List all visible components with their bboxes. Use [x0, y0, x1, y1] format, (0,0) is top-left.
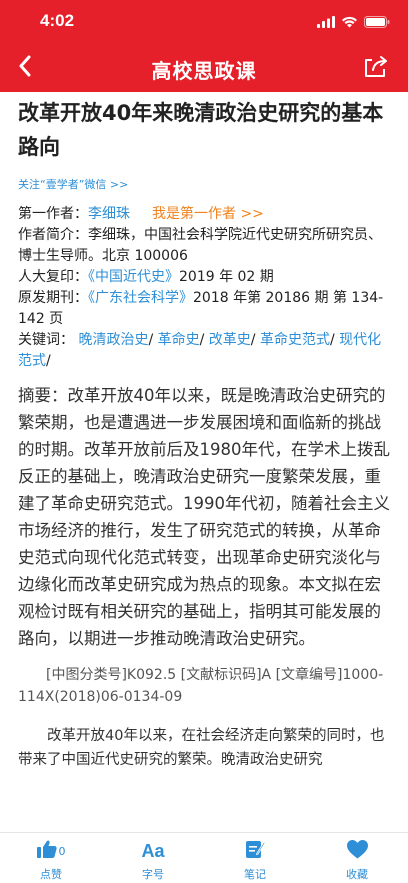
keyword-link[interactable]: 革命史范式 [260, 332, 330, 348]
like-count: 0 [58, 844, 66, 858]
author-label: 第一作者： [18, 206, 88, 222]
keywords-row: 关键词： 晚清政治史/ 革命史/ 改革史/ 革命史范式/ 现代化范式/ [18, 332, 382, 369]
like-tab-label: 点赞 [40, 868, 62, 881]
status-bar: 4:02 [0, 0, 408, 44]
keywords-label: 关键词： [18, 332, 74, 348]
keyword-link[interactable]: 晚清政治史 [78, 332, 148, 348]
note-tab-icon-wrap [245, 839, 266, 863]
note-tab[interactable]: 笔记 [204, 833, 306, 883]
note-icon [245, 839, 266, 863]
classification-text: [中图分类号]K092.5 [文献标识码]A [文章编号]1000-114X(2… [18, 667, 384, 705]
signal-icon [317, 13, 335, 32]
heart-icon [346, 839, 368, 863]
like-tab-icon-wrap: 0 [36, 839, 66, 863]
reprint-journal-link[interactable]: 《中国近代史》 [88, 269, 179, 285]
thumbs-up-icon [36, 840, 57, 862]
page-title: 高校思政课 [151, 59, 257, 83]
origin-label: 原发期刊： [18, 290, 88, 306]
reprint-label: 人大复印： [18, 269, 88, 285]
author-row: 第一作者：李细珠 我是第一作者 >> [18, 204, 390, 225]
abstract-text: 摘要：改革开放40年以来，既是晚清政治史研究的繁荣期，也是遭遇进一步发展困境和面… [18, 386, 390, 648]
origin-journal-link[interactable]: 《广东社会科学》 [88, 290, 193, 306]
font-size-tab-icon-wrap: Aa [141, 839, 164, 863]
share-button[interactable] [360, 52, 392, 84]
favorite-tab-icon-wrap [346, 839, 368, 863]
nav-bar: 高校思政课 [0, 44, 408, 92]
favorite-tab-label: 收藏 [346, 868, 368, 881]
article-content[interactable]: 改革开放40年来晚清政治史研究的基本路向 关注“壹学者”微信 >> 第一作者：李… [0, 92, 408, 832]
status-time: 4:02 [40, 11, 75, 30]
app-header: 4:02 高校思政课 [0, 0, 408, 92]
follow-wechat-link[interactable]: 关注“壹学者”微信 >> [18, 176, 390, 192]
status-icons [317, 13, 390, 32]
note-tab-label: 笔记 [244, 868, 266, 881]
share-icon [363, 54, 389, 82]
bottom-tab-bar: 0 点赞 Aa 字号 笔记 收藏 [0, 832, 408, 883]
wifi-icon [341, 13, 358, 32]
bio-label: 作者简介： [18, 227, 88, 243]
article-title: 改革开放40年来晚清政治史研究的基本路向 [18, 101, 384, 159]
reprint-issue: 2019 年 02 期 [179, 269, 274, 285]
body-paragraph: 改革开放40年以来，在社会经济走向繁荣的同时，也带来了中国近代史研究的繁荣。晚清… [18, 728, 385, 768]
battery-icon [364, 13, 390, 32]
font-size-icon: Aa [141, 840, 165, 861]
reprint-row: 人大复印：《中国近代史》2019 年 02 期 [18, 267, 390, 288]
font-size-tab-label: 字号 [142, 868, 164, 881]
like-tab[interactable]: 0 点赞 [0, 833, 102, 883]
article-meta: 第一作者：李细珠 我是第一作者 >> 作者简介：李细珠，中国社会科学院近代史研究所… [18, 204, 390, 372]
font-size-tab[interactable]: Aa 字号 [102, 833, 204, 883]
keyword-link[interactable]: 改革史 [209, 332, 251, 348]
keyword-link[interactable]: 革命史 [158, 332, 200, 348]
favorite-tab[interactable]: 收藏 [306, 833, 408, 883]
bio-row: 作者简介：李细珠，中国社会科学院近代史研究所研究员、博士生导师。北京 10000… [18, 225, 390, 267]
claim-author-link[interactable]: 我是第一作者 >> [152, 206, 264, 222]
origin-row: 原发期刊：《广东社会科学》2018 年第 20186 期 第 134-142 页 [18, 288, 390, 330]
author-name-link[interactable]: 李细珠 [88, 206, 130, 222]
